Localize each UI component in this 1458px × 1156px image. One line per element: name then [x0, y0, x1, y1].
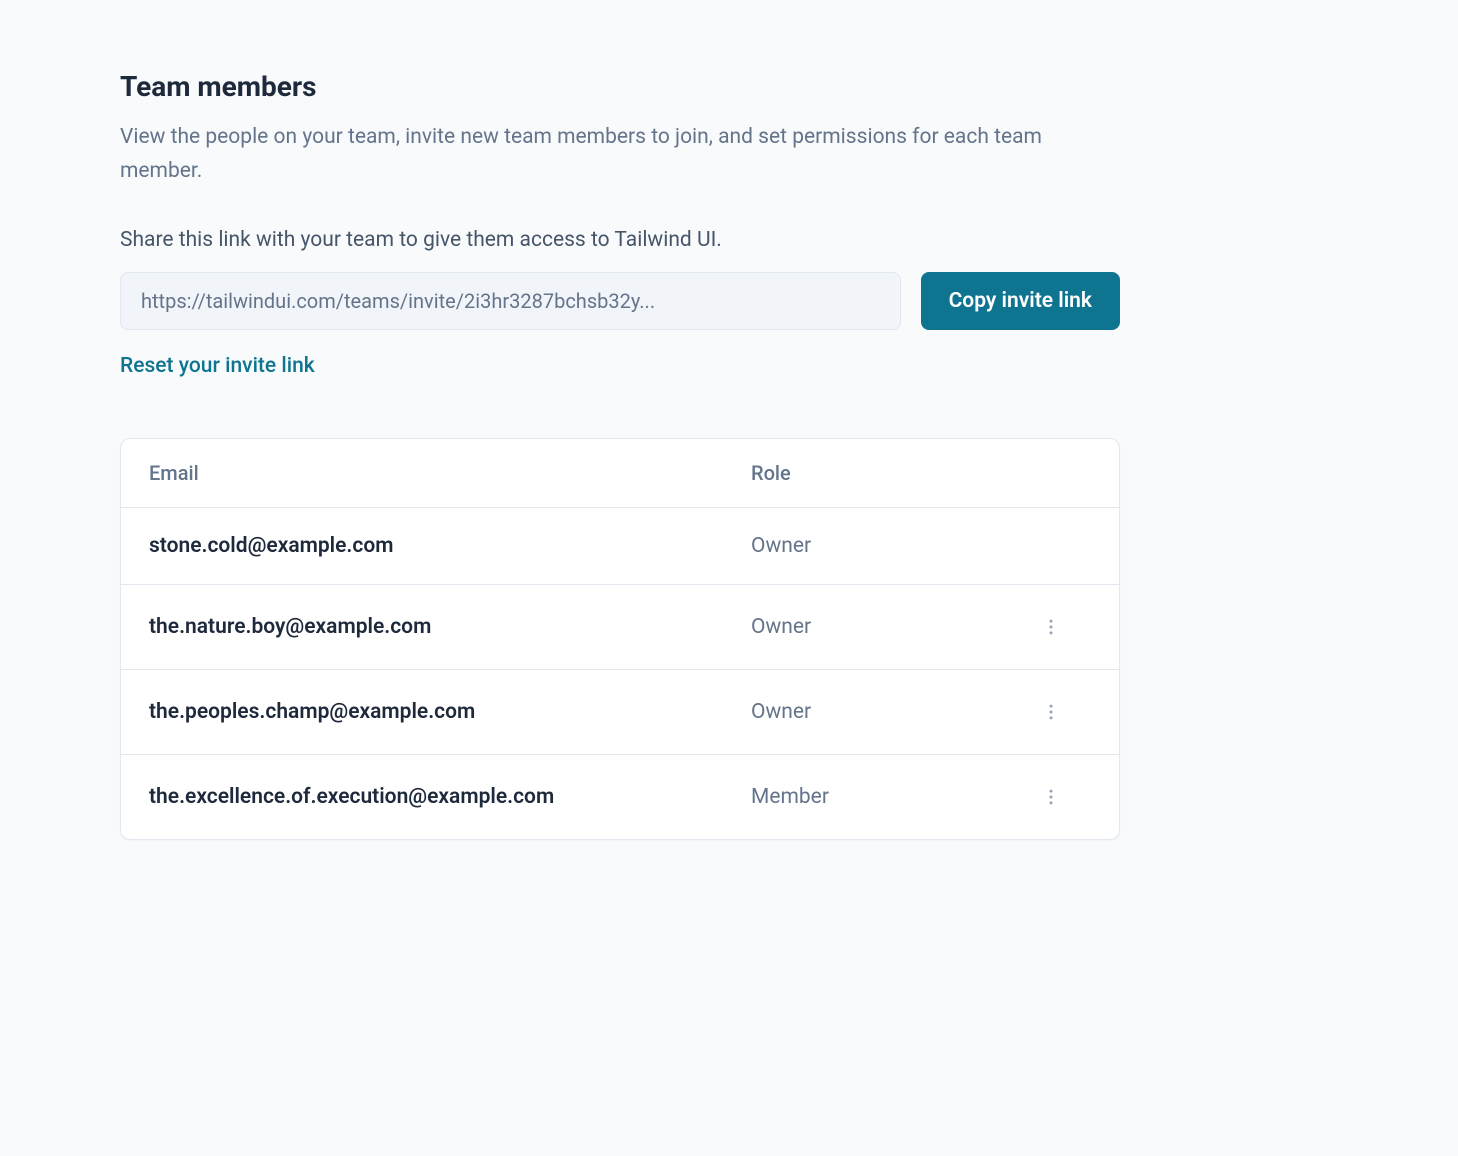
more-vertical-icon	[1041, 787, 1061, 807]
invite-link-row: Copy invite link	[120, 272, 1120, 330]
page-title: Team members	[120, 70, 1120, 103]
table-header: Email Role	[121, 439, 1119, 508]
table-row: stone.cold@example.comOwner	[121, 508, 1119, 585]
table-row: the.nature.boy@example.comOwner	[121, 585, 1119, 670]
invite-link-input[interactable]	[120, 272, 901, 330]
more-actions-button[interactable]	[1035, 696, 1067, 728]
more-actions-button[interactable]	[1035, 781, 1067, 813]
column-header-role: Role	[751, 461, 1011, 485]
member-actions	[1011, 696, 1091, 728]
member-email: the.excellence.of.execution@example.com	[149, 785, 751, 809]
table-row: the.peoples.champ@example.comOwner	[121, 670, 1119, 755]
member-role: Owner	[751, 700, 1011, 724]
share-link-label: Share this link with your team to give t…	[120, 228, 1120, 252]
member-role: Member	[751, 785, 1011, 809]
page-description: View the people on your team, invite new…	[120, 121, 1120, 188]
member-email: the.nature.boy@example.com	[149, 615, 751, 639]
more-vertical-icon	[1041, 702, 1061, 722]
member-role: Owner	[751, 615, 1011, 639]
member-role: Owner	[751, 534, 1011, 558]
member-email: stone.cold@example.com	[149, 534, 751, 558]
more-actions-button[interactable]	[1035, 611, 1067, 643]
team-members-table: Email Role stone.cold@example.comOwnerth…	[120, 438, 1120, 840]
copy-invite-link-button[interactable]: Copy invite link	[921, 272, 1120, 330]
reset-invite-link[interactable]: Reset your invite link	[120, 354, 315, 378]
member-email: the.peoples.champ@example.com	[149, 700, 751, 724]
member-actions	[1011, 611, 1091, 643]
column-header-email: Email	[149, 461, 751, 485]
member-actions	[1011, 781, 1091, 813]
table-row: the.excellence.of.execution@example.comM…	[121, 755, 1119, 839]
more-vertical-icon	[1041, 617, 1061, 637]
